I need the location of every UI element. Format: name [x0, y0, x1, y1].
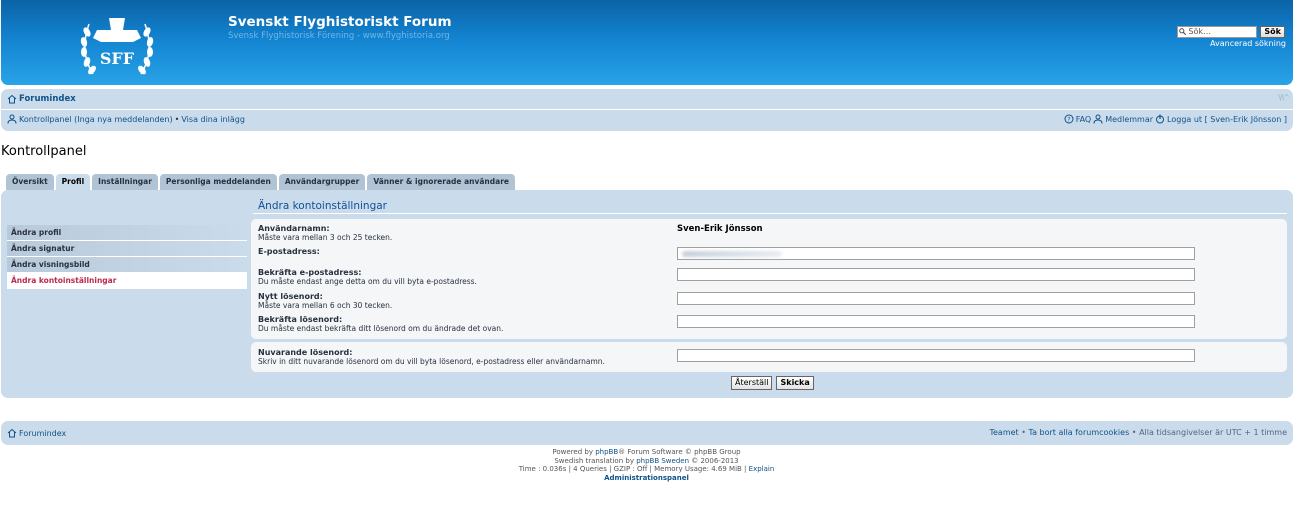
powered-suffix: ® Forum Software © phpBB Group: [618, 448, 741, 456]
footer-forum-index-link[interactable]: Forumindex: [19, 429, 66, 438]
search-placeholder: Sök…: [1188, 27, 1212, 36]
submit-button[interactable]: Skicka: [776, 376, 814, 390]
breadcrumb: Forumindex: [7, 94, 76, 104]
new-password-row: Nytt lösenord: Måste vara mellan 6 och 3…: [258, 292, 1282, 310]
username-desc: Måste vara mellan 3 och 25 tecken.: [258, 233, 393, 242]
timezone-text: Alla tidsangivelser är UTC + 1 timme: [1139, 428, 1287, 437]
search-input[interactable]: Sök…: [1177, 26, 1258, 38]
new-password-input[interactable]: [677, 292, 1195, 305]
copyright: Powered by phpBB® Forum Software © phpBB…: [0, 448, 1293, 482]
powered-by-line: Powered by phpBB® Forum Software © phpBB…: [0, 448, 1293, 457]
phpbb-sweden-link[interactable]: phpBB Sweden: [636, 457, 689, 465]
menu-item-andra-signatur[interactable]: Ändra signatur: [7, 241, 247, 257]
username-row: Användarnamn: Måste vara mellan 3 och 25…: [258, 224, 1282, 242]
form-buttons: Återställ Skicka: [731, 376, 814, 390]
tab-vanner-ignorerade[interactable]: Vänner & ignorerade användare: [367, 174, 515, 190]
current-password-box: Nuvarande lösenord: Skriv in ditt nuvara…: [251, 342, 1287, 372]
footer-separator: •: [1021, 428, 1026, 437]
menu-item-andra-visningsbild[interactable]: Ändra visningsbild: [7, 257, 247, 273]
site-description: Svensk Flyghistorisk Förening - www.flyg…: [228, 31, 450, 41]
footer-breadcrumb: Forumindex: [7, 428, 66, 438]
translation-suffix: © 2006-2013: [689, 456, 739, 465]
menu-item-andra-profil[interactable]: Ändra profil: [7, 225, 247, 241]
tab-anvandargrupper[interactable]: Användargrupper: [278, 174, 366, 190]
nav-right-links: ? FAQ Medlemmar Logga ut [ Sven-Erik Jön…: [1064, 114, 1287, 124]
home-icon: [7, 94, 17, 104]
search-box: Sök… Sök: [1177, 26, 1285, 38]
reset-button[interactable]: Återställ: [731, 376, 773, 390]
sff-logo[interactable]: SFF: [75, 8, 159, 82]
debug-text: Time : 0.036s | 4 Queries | GZIP : Off |…: [518, 465, 749, 473]
navbar: Forumindex \/\^ Kontrollpanel (Inga nya …: [1, 89, 1293, 131]
current-password-row: Nuvarande lösenord: Skriv in ditt nuvara…: [258, 348, 1282, 366]
search-icon: [1179, 28, 1187, 35]
tab-bar: Översikt Profil Inställningar Personliga…: [6, 174, 515, 190]
account-form-box: Användarnamn: Måste vara mellan 3 och 25…: [251, 219, 1287, 339]
confirm-password-row: Bekräfta lösenord: Du måste endast bekrä…: [258, 315, 1282, 333]
search-button[interactable]: Sök: [1260, 26, 1285, 38]
header-bar: SFF Svenskt Flyghistoriskt Forum Svensk …: [1, 0, 1293, 85]
logout-link[interactable]: Logga ut [ Sven-Erik Jönsson ]: [1167, 115, 1287, 124]
tab-oversikt[interactable]: Översikt: [6, 174, 54, 190]
powered-prefix: Powered by: [552, 448, 596, 456]
user-links: Kontrollpanel (Inga nya meddelanden) • V…: [7, 114, 245, 124]
members-link[interactable]: Medlemmar: [1105, 115, 1153, 124]
home-icon: [7, 428, 17, 438]
content-title: Ändra kontoinställningar: [258, 200, 387, 212]
confirm-email-input[interactable]: [677, 268, 1195, 281]
user-icon: [7, 114, 17, 124]
footer-right-links: Teamet • Ta bort alla forumcookies • All…: [989, 428, 1287, 437]
site-title[interactable]: Svenskt Flyghistoriskt Forum: [228, 14, 452, 30]
footer-separator: •: [1131, 428, 1137, 437]
confirm-password-input[interactable]: [677, 315, 1195, 328]
collapse-icon[interactable]: \/\^: [1278, 93, 1290, 102]
page-title: Kontrollpanel: [1, 144, 87, 159]
content-divider: [253, 213, 1287, 214]
side-menu: Ändra profil Ändra signatur Ändra visnin…: [7, 225, 247, 289]
control-panel-body: Ändra profil Ändra signatur Ändra visnin…: [1, 190, 1293, 398]
email-row: E-postadress:: [258, 247, 1282, 260]
faq-link[interactable]: FAQ: [1076, 115, 1092, 124]
phpbb-link[interactable]: phpBB: [595, 448, 618, 456]
faq-icon: ?: [1064, 114, 1074, 124]
admin-panel-link[interactable]: Administrationspanel: [604, 474, 689, 482]
explain-link[interactable]: Explain: [749, 465, 775, 473]
svg-text:?: ?: [1067, 117, 1070, 124]
email-input[interactable]: [677, 247, 1195, 260]
menu-item-andra-kontoinstallningar[interactable]: Ändra kontoinställningar: [7, 273, 247, 289]
translation-prefix: Swedish translation by: [554, 456, 637, 465]
members-icon: [1093, 114, 1103, 124]
tab-installningar[interactable]: Inställningar: [92, 174, 158, 190]
footer-navbar: Forumindex Teamet • Ta bort alla forumco…: [1, 421, 1293, 445]
delete-cookies-link[interactable]: Ta bort alla forumcookies: [1029, 428, 1130, 437]
tab-profil[interactable]: Profil: [55, 174, 91, 190]
show-posts-link[interactable]: Visa dina inlägg: [181, 115, 245, 124]
debug-line: Time : 0.036s | 4 Queries | GZIP : Off |…: [0, 465, 1293, 474]
translation-line: Swedish translation by phpBB Sweden © 20…: [0, 457, 1293, 466]
username-value: Sven-Erik Jönsson: [677, 224, 763, 234]
nav-separator: •: [174, 114, 180, 124]
nav-divider: [1, 109, 1293, 110]
tab-personliga-meddelanden[interactable]: Personliga meddelanden: [159, 174, 277, 190]
forum-index-link[interactable]: Forumindex: [19, 94, 76, 104]
logo-text: SFF: [100, 49, 135, 68]
logout-icon: [1156, 114, 1165, 124]
current-password-input[interactable]: [677, 349, 1195, 362]
email-value-blurred: [682, 251, 782, 257]
username-label: Användarnamn:: [258, 224, 330, 233]
confirm-email-row: Bekräfta e-postadress: Du måste endast a…: [258, 268, 1282, 286]
team-link[interactable]: Teamet: [989, 428, 1018, 437]
control-panel-link[interactable]: Kontrollpanel (Inga nya meddelanden): [19, 115, 173, 124]
advanced-search-link[interactable]: Avancerad sökning: [1210, 39, 1286, 48]
